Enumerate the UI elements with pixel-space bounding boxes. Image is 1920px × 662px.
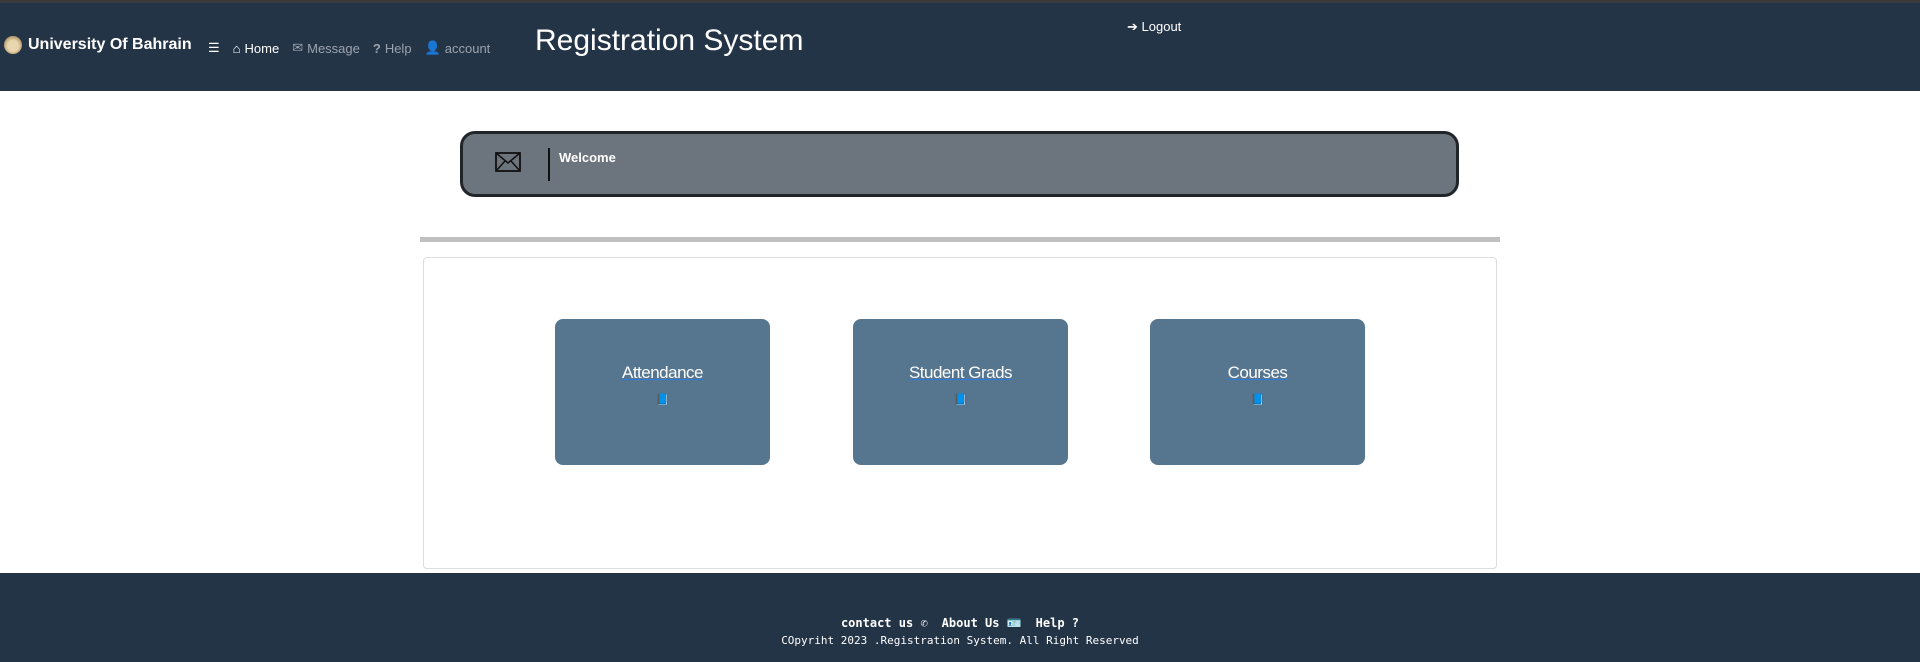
nav-message[interactable]: ✉ Message [292,40,360,56]
contact-label: contact us [840,616,914,630]
about-label: About Us [941,616,1000,630]
nav-account[interactable]: 👤 account [425,40,491,56]
nav-menu: ☰ ⌂ Home ✉ Message ? Help 👤 account [208,40,490,56]
id-card-icon: 🪪 [1006,616,1022,630]
home-icon: ⌂ [232,40,241,56]
list-menu-icon[interactable]: ☰ [208,40,220,56]
brand-link[interactable]: University Of Bahrain [4,36,192,54]
copyright: COpyriht 2023 .Registration System. All … [781,634,1139,647]
logout-link[interactable]: ➔ Logout [1127,19,1181,35]
book-icon: 📘 [953,394,968,406]
navbar: University Of Bahrain ☰ ⌂ Home ✉ Message ?… [0,3,1920,91]
tile-label[interactable]: Attendance [622,363,704,383]
university-logo-icon [4,36,22,54]
nav-message-label: Message [307,40,360,56]
tile-label[interactable]: Courses [1228,363,1288,383]
nav-account-label: account [444,40,491,56]
footer-links: contact us ✆ About Us 🪪 Help ? [0,616,1920,630]
tile-label[interactable]: Student Grads [909,363,1013,383]
brand-name: University Of Bahrain [28,36,192,53]
envelope-icon: ✉ [292,40,304,55]
tile-courses[interactable]: Courses 📘 [1150,319,1365,465]
page-title: Registration System [535,24,804,57]
help-label: Help [1035,616,1065,630]
book-icon: 📘 [655,394,670,406]
phone-icon: ✆ [920,616,928,630]
welcome-banner: Welcome [460,131,1459,197]
user-icon: 👤 [424,40,441,55]
question-icon: ? [372,40,381,56]
tile-student-grads[interactable]: Student Grads 📘 [853,319,1068,465]
about-link[interactable]: About Us 🪪 [942,616,1022,630]
section-divider [420,237,1500,242]
nav-home[interactable]: ⌂ Home [233,41,280,56]
help-link[interactable]: Help ? [1036,616,1079,630]
footer: contact us ✆ About Us 🪪 Help ? COpyriht … [0,573,1920,662]
welcome-text: Welcome [559,150,616,165]
divider [548,148,550,181]
nav-help-label: Help [384,40,412,56]
nav-home-label: Home [244,40,280,56]
book-icon: 📘 [1250,394,1265,406]
question-icon: ? [1071,616,1080,630]
tile-attendance[interactable]: Attendance 📘 [555,319,770,465]
logout-label: Logout [1141,19,1182,34]
contact-link[interactable]: contact us ✆ [841,616,928,630]
nav-help[interactable]: ? Help [373,41,412,56]
envelope-icon [495,152,521,172]
arrow-right-icon: ➔ [1127,19,1138,34]
